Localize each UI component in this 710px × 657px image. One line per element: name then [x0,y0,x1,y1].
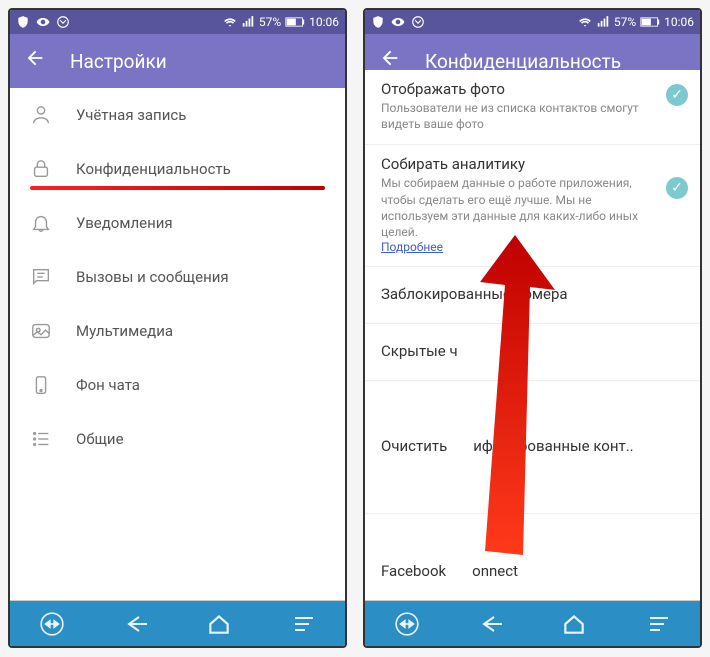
menu-item-account[interactable]: Учётная запись [10,88,345,142]
battery-percent: 57% [259,15,281,29]
privacy-item-hidden[interactable]: Скрытые ч [365,324,700,381]
signal-icon [241,15,255,29]
privacy-item-facebook[interactable]: Facebook onnect Нажмите я подключения к … [365,514,700,600]
settings-list: Учётная запись Конфиденциальность Уведом… [10,88,345,600]
privacy-item-clear[interactable]: Очистить ифицированные конт.. [365,381,700,514]
list-icon [30,428,52,450]
checkmark-toggle-icon[interactable]: ✓ [666,84,688,106]
teamviewer-icon[interactable] [391,608,423,640]
phone-right: 57% 10:06 Конфиденциальность Отображать … [363,8,702,648]
item-title: Отображать фото [381,80,650,98]
item-title: Скрытые ч [381,342,650,360]
page-title: Настройки [70,50,167,73]
shield-icon [16,15,30,29]
red-underline-annotation [30,186,325,190]
teamviewer-icon[interactable] [36,608,68,640]
privacy-item-blocked[interactable]: Заблокированные номера [365,267,700,324]
privacy-item-analytics[interactable]: Собирать аналитику Мы собираем данные о … [365,145,700,267]
nav-recent-icon[interactable] [642,608,674,640]
item-title: Очистить ифицированные конт.. [381,437,650,455]
privacy-item-photo[interactable]: Отображать фото Пользователи не из списк… [365,70,700,145]
menu-item-notifications[interactable]: Уведомления [10,196,345,250]
wifi-icon [223,15,237,29]
eye-icon [36,15,50,29]
menu-label: Фон чата [76,376,140,394]
menu-item-media[interactable]: Мультимедиа [10,304,345,358]
item-title: Заблокированные номера [381,285,650,303]
more-link[interactable]: Подробнее [381,240,650,254]
menu-label: Учётная запись [76,106,186,124]
circle-icon [56,15,70,29]
status-bar: 57% 10:06 [10,10,345,34]
circle-icon [411,15,425,29]
eye-icon [391,15,405,29]
menu-label: Общие [76,430,124,448]
privacy-list: Отображать фото Пользователи не из списк… [365,70,700,600]
item-title: Собирать аналитику [381,155,650,173]
nav-back-icon[interactable] [120,608,152,640]
person-icon [30,104,52,126]
nav-home-icon[interactable] [558,608,590,640]
menu-label: Конфиденциальность [76,160,231,178]
nav-recent-icon[interactable] [287,608,319,640]
item-sub: Пользователи не из списка контактов смог… [381,100,650,132]
menu-item-background[interactable]: Фон чата [10,358,345,412]
nav-back-icon[interactable] [475,608,507,640]
menu-item-calls[interactable]: Вызовы и сообщения [10,250,345,304]
shield-icon [371,15,385,29]
menu-label: Вызовы и сообщения [76,268,229,286]
battery-percent: 57% [614,15,636,29]
clock-time: 10:06 [664,15,694,29]
menu-item-privacy[interactable]: Конфиденциальность [10,142,345,196]
media-icon [30,320,52,342]
checkmark-toggle-icon[interactable]: ✓ [666,177,688,199]
bell-icon [30,212,52,234]
item-title: Facebook onnect [381,562,650,580]
battery-icon [640,16,660,28]
nav-bar [365,600,700,646]
item-sub: Мы собираем данные о работе приложения, … [381,175,650,240]
back-arrow-icon[interactable] [24,47,46,75]
phone-left: 57% 10:06 Настройки Учётная запись Конфи… [8,8,347,648]
menu-label: Мультимедиа [76,322,173,340]
lock-icon [30,158,52,180]
chat-icon [30,266,52,288]
clock-time: 10:06 [309,15,339,29]
app-bar: Настройки [10,34,345,88]
wifi-icon [578,15,592,29]
battery-icon [285,16,305,28]
menu-label: Уведомления [76,214,173,232]
nav-home-icon[interactable] [203,608,235,640]
menu-item-general[interactable]: Общие [10,412,345,466]
nav-bar [10,600,345,646]
status-bar: 57% 10:06 [365,10,700,34]
phone-frame-icon [30,374,52,396]
signal-icon [596,15,610,29]
